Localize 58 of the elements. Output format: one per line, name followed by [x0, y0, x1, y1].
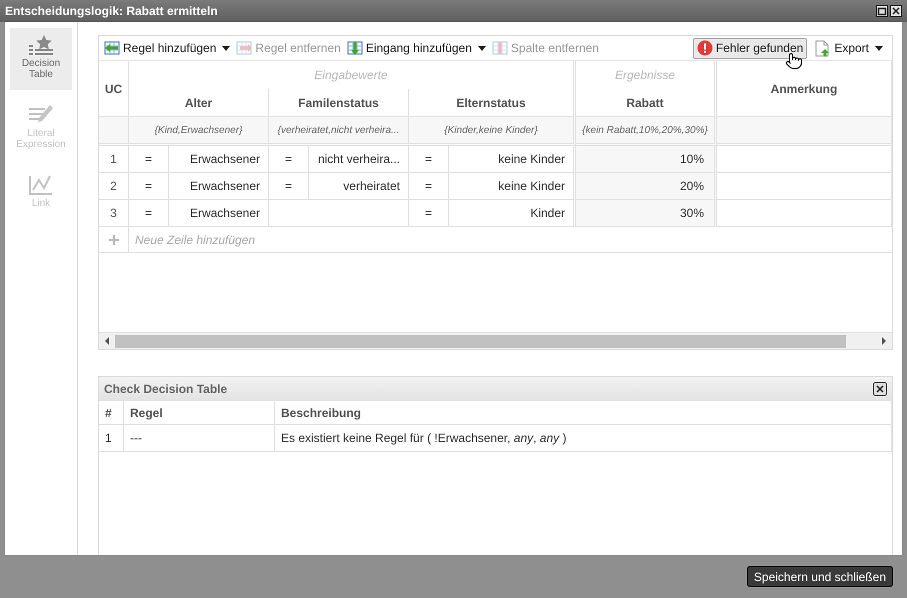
maximize-icon[interactable] [876, 5, 888, 17]
horizontal-scrollbar[interactable] [99, 332, 892, 349]
alert-icon [696, 40, 713, 56]
operator: = [144, 151, 152, 168]
operator: = [424, 205, 432, 222]
table-cell-text: --- [130, 430, 142, 447]
allowed-values-cell: {verheiratet,nicht verheira... [269, 117, 409, 146]
table-cell-text: Erwachsener [190, 205, 260, 222]
operator: = [144, 178, 152, 195]
caret-icon [478, 46, 486, 50]
group-header: Eingabewerte [129, 61, 576, 89]
remove-row-icon [236, 40, 252, 56]
table-cell-text: nicht verheira... [318, 151, 400, 168]
operator: = [284, 151, 292, 168]
column-header: Regel [124, 401, 275, 425]
caret-icon [222, 46, 230, 50]
rule-number: 1 [99, 146, 129, 173]
allowed-values-cell: {Kind,Erwachsener} [129, 117, 269, 146]
toolbar-button[interactable]: Export [811, 38, 887, 58]
table-cell: 30% [576, 200, 717, 227]
allowed-values-cell: {kein Rabatt,10%,20%,30%} [576, 117, 717, 146]
save-and-close-button[interactable]: Speichern und schließen [746, 566, 893, 587]
link-chart-icon [28, 174, 54, 196]
close-icon[interactable] [890, 5, 902, 17]
operator: = [284, 178, 292, 195]
table-cell-text: keine Kinder [498, 151, 565, 168]
toolbar-button[interactable]: Eingang hinzufügen [346, 39, 486, 57]
group-header: Ergebnisse [576, 61, 717, 89]
toolbar-button[interactable]: Fehler gefunden [692, 38, 808, 58]
caret-icon [875, 46, 883, 50]
add-row-icon [104, 40, 120, 56]
table-cell-text: Erwachsener [190, 151, 260, 168]
export-document-icon [815, 40, 832, 56]
scrollbar-thumb[interactable] [115, 334, 846, 348]
rule-number: 2 [99, 173, 129, 200]
window-title: Entscheidungslogik: Rabatt ermitteln [5, 3, 218, 20]
operator: = [424, 151, 432, 168]
table-cell: 20% [576, 173, 717, 200]
star-list-icon [28, 34, 54, 56]
table-cell: 10% [576, 146, 717, 173]
operator: = [424, 178, 432, 195]
allowed-values-cell: {Kinder,keine Kinder} [409, 117, 576, 146]
column-header: Beschreibung [275, 401, 892, 425]
add-column-icon [346, 40, 363, 56]
table-cell-text: Erwachsener [190, 178, 260, 195]
table-cell-text: verheiratet [343, 178, 400, 195]
column-header: # [99, 401, 124, 425]
table-cell-text: keine Kinder [498, 178, 565, 195]
panel-title: Check Decision Table [104, 381, 228, 398]
operator: = [144, 205, 152, 222]
table-cell-text: Kinder [530, 205, 565, 222]
close-icon[interactable] [873, 382, 887, 396]
sidebar-item[interactable]: Decision Table [10, 28, 72, 90]
table-cell-text: Es existiert keine Regel für ( !Erwachsener, any, any ) [281, 430, 566, 447]
table-cell-text: 1 [105, 430, 112, 447]
rule-number: 3 [99, 200, 129, 227]
remove-column-icon [492, 40, 508, 56]
toolbar-button[interactable]: Regel hinzufügen [104, 39, 230, 57]
